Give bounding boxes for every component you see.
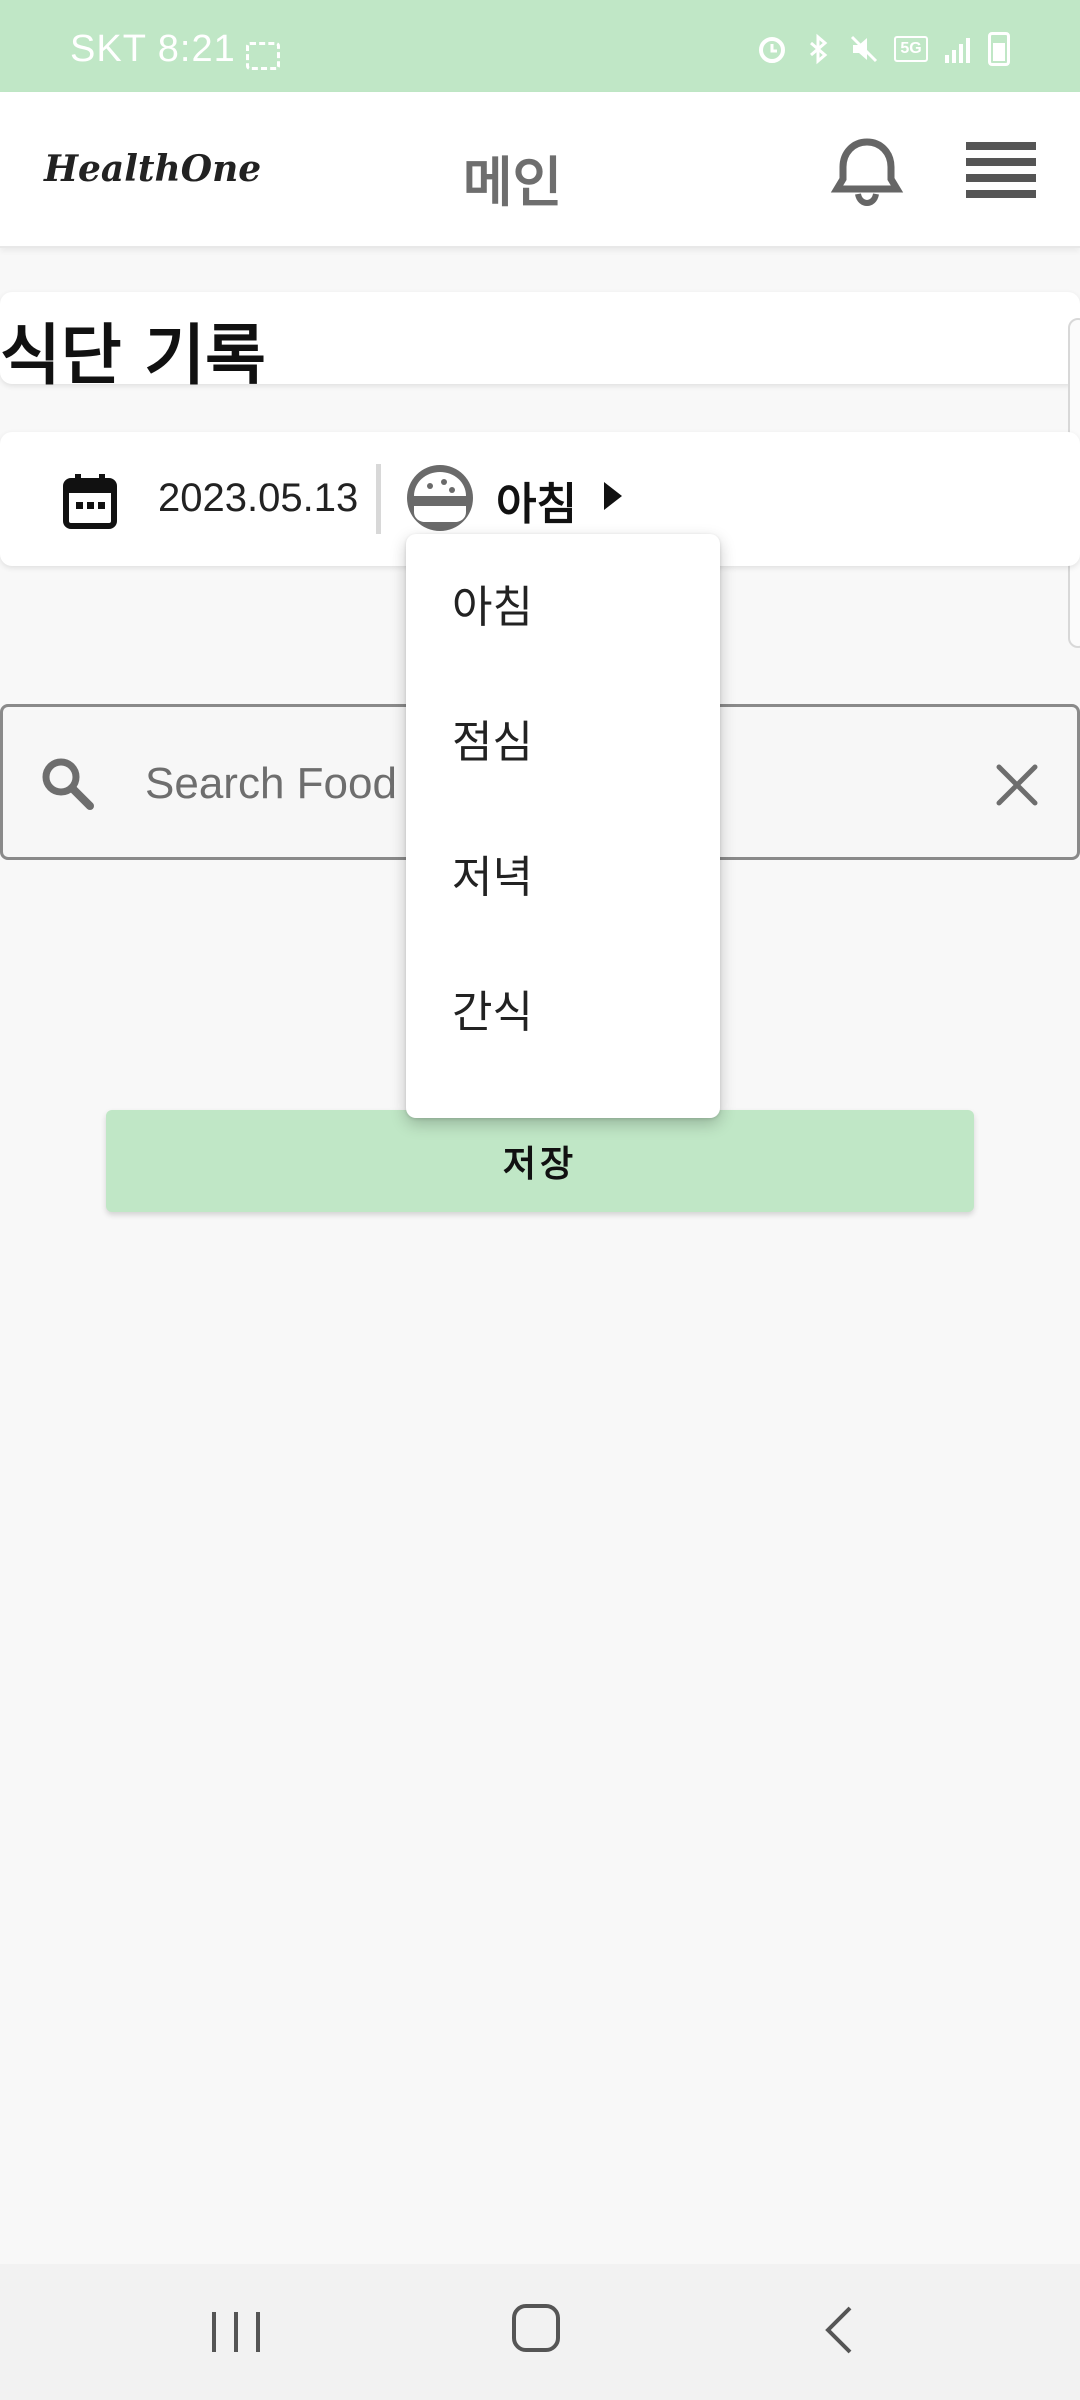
caret-right-icon[interactable] — [604, 482, 622, 510]
dropdown-option-lunch[interactable]: 점심 — [406, 709, 720, 844]
clear-icon[interactable] — [991, 759, 1043, 811]
section-title: 식단 기록 — [0, 317, 266, 394]
status-icons: 5G — [756, 32, 1010, 66]
network-5g-icon: 5G — [894, 36, 928, 62]
mute-icon — [848, 33, 880, 65]
home-icon[interactable] — [510, 2302, 562, 2354]
hamburger-menu-icon[interactable] — [966, 142, 1038, 202]
battery-icon — [988, 32, 1010, 66]
alarm-icon — [756, 33, 788, 65]
signal-icon — [942, 33, 974, 65]
title-card: 식단 기록 — [0, 292, 1080, 394]
save-button[interactable]: 저장 — [106, 1110, 974, 1212]
meal-dropdown-menu: 아침 점심 저녁 간식 — [406, 534, 720, 1118]
calendar-icon[interactable] — [62, 472, 118, 530]
status-carrier-time: SKT 8:21 — [70, 28, 236, 70]
system-nav-bar — [0, 2264, 1080, 2400]
selected-meal-label[interactable]: 아침 — [496, 468, 577, 532]
date-value[interactable]: 2023.05.13 — [158, 476, 358, 521]
recents-icon[interactable] — [206, 2310, 266, 2354]
bluetooth-icon — [802, 33, 834, 65]
divider — [376, 464, 381, 534]
network-label: 5G — [900, 40, 922, 57]
notification-bell-icon[interactable] — [830, 134, 904, 208]
search-icon — [39, 755, 97, 813]
screen: SKT 8:21 5G HealthOne 메인 식단 기록 2023.05.1… — [0, 0, 1080, 2400]
dropdown-option-breakfast[interactable]: 아침 — [406, 574, 720, 709]
meal-burger-icon[interactable] — [404, 462, 476, 534]
dropdown-option-dinner[interactable]: 저녁 — [406, 844, 720, 979]
app-header: HealthOne 메인 — [0, 92, 1080, 248]
screen-record-icon — [246, 42, 280, 70]
status-bar: SKT 8:21 5G — [0, 0, 1080, 92]
back-icon[interactable] — [820, 2304, 860, 2356]
dropdown-option-snack[interactable]: 간식 — [406, 979, 720, 1114]
